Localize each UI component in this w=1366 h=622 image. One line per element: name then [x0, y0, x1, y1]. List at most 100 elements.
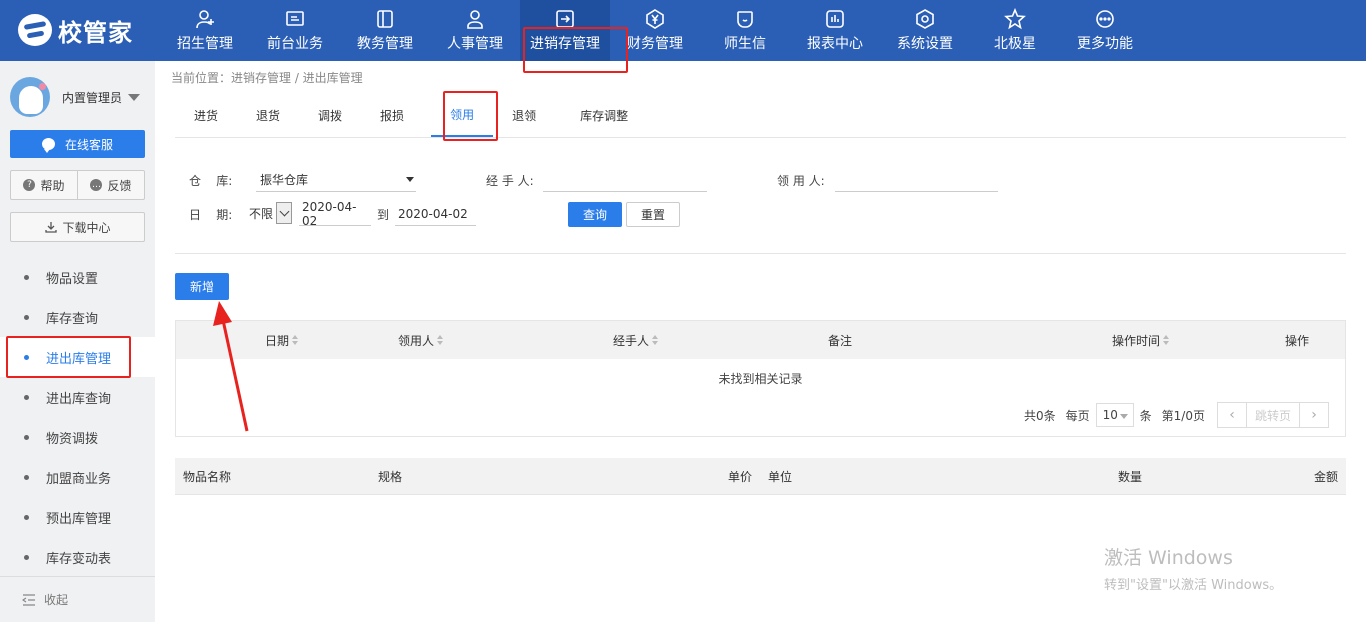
sidebar-item-material-transfer[interactable]: 物资调拨 — [0, 417, 155, 457]
chat-bubble-icon — [41, 138, 55, 153]
nav-item-front-desk[interactable]: 前台业务 — [250, 0, 340, 61]
sidebar-item-label: 加盟商业务 — [46, 471, 112, 487]
tab-transfer[interactable]: 调拨 — [299, 93, 361, 137]
app-logo[interactable]: 校管家 — [18, 14, 133, 47]
main-nav: 招生管理 前台业务 教务管理 人事管理 进销存管理 财务管理 师生信 报表中心 — [160, 0, 1150, 61]
sidebar-item-label: 库存变动表 — [46, 551, 112, 567]
sidebar: 内置管理员 在线客服 ? 帮助 … 反馈 下载中心 物品设置 库存查询 进出库管… — [0, 61, 155, 622]
sidebar-item-pre-outbound[interactable]: 预出库管理 — [0, 497, 155, 537]
tab-return[interactable]: 退货 — [237, 93, 299, 137]
column-unit: 单位 — [768, 470, 793, 484]
column-spec: 规格 — [378, 470, 403, 484]
nav-item-more[interactable]: 更多功能 — [1060, 0, 1150, 61]
table-header: 日期 领用人 经手人 备注 操作时间 操作 — [176, 321, 1345, 359]
sidebar-item-label: 进出库管理 — [46, 351, 112, 367]
nav-item-settings[interactable]: 系统设置 — [880, 0, 970, 61]
nav-item-inventory[interactable]: 进销存管理 — [520, 0, 610, 61]
more-icon — [1094, 8, 1116, 30]
per-page-value: 10 — [1102, 408, 1118, 422]
column-unit-price: 单价 — [728, 470, 753, 484]
reset-button[interactable]: 重置 — [626, 202, 680, 227]
logo-text: 校管家 — [58, 18, 133, 47]
date-end-input[interactable]: 2020-04-02 — [395, 202, 476, 226]
bullet-icon — [24, 514, 29, 520]
person-plus-icon — [194, 8, 216, 30]
nav-label: 教务管理 — [357, 36, 413, 52]
prev-page-button[interactable]: ‹ — [1218, 403, 1246, 427]
bullet-icon — [24, 274, 29, 280]
sidebar-item-stock-changes[interactable]: 库存变动表 — [0, 537, 155, 577]
sidebar-item-inout-management[interactable]: 进出库管理 — [0, 337, 155, 377]
help-button[interactable]: ? 帮助 — [11, 171, 77, 199]
items-table-header: 物品名称 规格 单价 单位 数量 金额 — [175, 458, 1346, 495]
watermark-subtitle: 转到"设置"以激活 Windows。 — [1104, 578, 1283, 593]
warehouse-value: 振华仓库 — [260, 173, 309, 187]
nav-label: 人事管理 — [447, 36, 503, 52]
user-menu[interactable]: 内置管理员 — [10, 77, 150, 117]
nav-item-reports[interactable]: 报表中心 — [790, 0, 880, 61]
column-label: 备注 — [828, 333, 853, 348]
handler-input[interactable] — [543, 168, 707, 192]
column-label: 日期 — [265, 333, 290, 348]
bar-chart-icon — [824, 8, 846, 30]
bullet-icon — [24, 394, 29, 400]
nav-item-polaris[interactable]: 北极星 — [970, 0, 1060, 61]
nav-item-hr[interactable]: 人事管理 — [430, 0, 520, 61]
watermark-title: 激活 Windows — [1104, 547, 1233, 569]
help-feedback-row: ? 帮助 … 反馈 — [10, 170, 145, 200]
column-date[interactable]: 日期 — [265, 321, 299, 359]
query-button[interactable]: 查询 — [568, 202, 622, 227]
nav-label: 招生管理 — [177, 36, 233, 52]
online-service-button[interactable]: 在线客服 — [10, 130, 145, 158]
sidebar-item-item-settings[interactable]: 物品设置 — [0, 257, 155, 297]
question-icon: ? — [23, 179, 36, 191]
bullet-icon — [24, 434, 29, 440]
logo-mark-icon — [18, 14, 52, 46]
per-page-select[interactable]: 10 — [1095, 403, 1134, 427]
bullet-icon — [24, 554, 29, 560]
feedback-button[interactable]: … 反馈 — [77, 171, 144, 199]
sort-icon — [437, 335, 444, 345]
column-handler[interactable]: 经手人 — [613, 321, 659, 359]
tab-purchase[interactable]: 进货 — [175, 93, 237, 137]
tab-damage[interactable]: 报损 — [361, 93, 423, 137]
sidebar-item-stock-query[interactable]: 库存查询 — [0, 297, 155, 337]
download-center-button[interactable]: 下载中心 — [10, 212, 145, 242]
column-label: 领用人 — [398, 333, 435, 348]
windows-activation-watermark: 激活 Windows 转到"设置"以激活 Windows。 — [1104, 543, 1282, 593]
date-start-input[interactable]: 2020-04-02 — [299, 200, 371, 228]
annotation-arrow-icon — [213, 301, 249, 432]
bullet-icon — [24, 474, 29, 480]
per-page-label: 每页 — [1065, 408, 1090, 423]
nav-item-finance[interactable]: 财务管理 — [610, 0, 700, 61]
chat-icon — [734, 8, 756, 30]
nav-label: 师生信 — [724, 36, 766, 52]
date-range-select[interactable]: 不限 — [249, 201, 299, 225]
column-operation-time[interactable]: 操作时间 — [1112, 321, 1170, 359]
column-receiver[interactable]: 领用人 — [398, 321, 444, 359]
jump-page-button[interactable]: 跳转页 — [1246, 403, 1300, 427]
nav-item-messages[interactable]: 师生信 — [700, 0, 790, 61]
collapse-sidebar-button[interactable]: 收起 — [0, 576, 155, 622]
page-indicator: 第1/0页 — [1161, 408, 1205, 423]
receiver-label: 领 用 人: — [777, 174, 825, 188]
column-quantity: 数量 — [1118, 470, 1143, 484]
sort-icon — [652, 335, 659, 345]
sidebar-item-inout-query[interactable]: 进出库查询 — [0, 377, 155, 417]
pagination: 共0条 每页 10 条 第1/0页 ‹ 跳转页 › — [1024, 402, 1329, 428]
sidebar-item-franchise[interactable]: 加盟商业务 — [0, 457, 155, 497]
collapse-icon — [21, 593, 36, 606]
column-label: 操作 — [1285, 333, 1310, 348]
tab-stock-adjustment[interactable]: 库存调整 — [561, 93, 647, 137]
receiver-input[interactable] — [835, 168, 998, 192]
empty-message: 未找到相关记录 — [718, 371, 803, 386]
help-label: 帮助 — [40, 178, 65, 193]
tab-requisition-return[interactable]: 退领 — [493, 93, 555, 137]
next-page-button[interactable]: › — [1300, 403, 1328, 427]
tab-requisition[interactable]: 领用 — [431, 93, 494, 137]
handler-label: 经 手 人: — [486, 174, 534, 188]
add-button[interactable]: 新增 — [175, 273, 229, 300]
nav-item-academic[interactable]: 教务管理 — [340, 0, 430, 61]
warehouse-select[interactable]: 振华仓库 — [256, 168, 416, 192]
nav-item-admissions[interactable]: 招生管理 — [160, 0, 250, 61]
